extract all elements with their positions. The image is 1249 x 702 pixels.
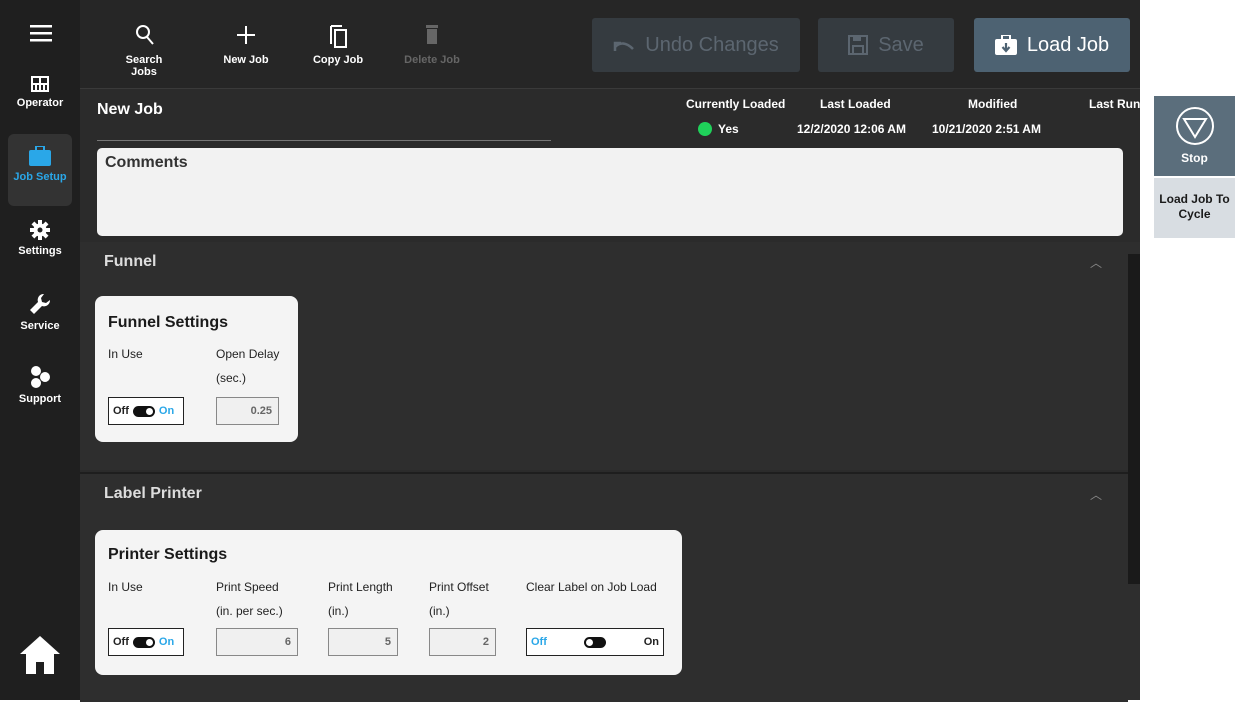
status-dot-icon	[698, 122, 712, 136]
hamburger-icon[interactable]	[30, 24, 52, 47]
toggle-off-label: Off	[113, 636, 129, 648]
grid-icon	[31, 76, 49, 92]
clear-label-toggle[interactable]: Off On	[526, 628, 664, 656]
toggle-knob	[584, 636, 607, 648]
sidebar-item-service[interactable]: Service	[8, 293, 72, 337]
collapse-label-printer-icon[interactable]: ︿	[1090, 486, 1102, 503]
toggle-on-label: On	[158, 405, 175, 417]
scrollbar-thumb[interactable]	[1128, 254, 1140, 584]
sidebar-item-settings[interactable]: Settings	[8, 220, 72, 264]
toggle-on-label: On	[643, 636, 659, 648]
sidebar-item-label: Job Setup	[13, 171, 67, 183]
load-job-to-cycle-button[interactable]: Load Job To Cycle	[1154, 178, 1235, 238]
clear-label-label: Clear Label on Job Load	[526, 580, 657, 594]
search-jobs-label: Search Jobs	[125, 54, 163, 78]
sidebar-item-label: Operator	[16, 97, 64, 109]
plus-icon	[237, 26, 255, 44]
right-panel: Stop Load Job To Cycle	[1140, 0, 1249, 700]
printer-settings-card: Printer Settings In Use Print Speed (in.…	[95, 530, 682, 675]
load-job-button[interactable]: Load Job	[974, 18, 1130, 72]
load-job-label: Load Job	[1026, 33, 1110, 56]
toggle-on-label: On	[158, 636, 175, 648]
printer-settings-title: Printer Settings	[108, 546, 228, 563]
copy-job-button[interactable]: Copy Job	[308, 24, 368, 66]
job-name: New Job	[97, 101, 163, 118]
sidebar-item-job-setup[interactable]: Job Setup	[8, 134, 72, 206]
funnel-settings-title: Funnel Settings	[108, 314, 228, 331]
toggle-off-label: Off	[113, 405, 129, 417]
copy-job-label: Copy Job	[312, 54, 364, 66]
funnel-in-use-label: In Use	[108, 347, 143, 361]
briefcase-icon	[29, 145, 51, 166]
open-delay-input[interactable]: 0.25	[216, 397, 279, 425]
currently-loaded-value: Yes	[718, 122, 739, 136]
sidebar-item-label: Settings	[18, 245, 62, 257]
modified-value: 10/21/2020 2:51 AM	[932, 122, 1041, 136]
save-label: Save	[878, 33, 924, 56]
sidebar-nav: Operator Job Setup Settings Service Supp…	[0, 0, 80, 700]
undo-changes-button[interactable]: Undo Changes	[592, 18, 800, 72]
save-button[interactable]: Save	[818, 18, 954, 72]
sidebar-item-label: Service	[20, 320, 60, 332]
modified-label: Modified	[968, 97, 1018, 111]
print-speed-input[interactable]: 6	[216, 628, 298, 656]
hexagons-icon	[31, 366, 50, 388]
stop-label: Stop	[1181, 151, 1208, 165]
print-length-unit: (in.)	[328, 604, 349, 618]
sidebar-item-operator[interactable]: Operator	[8, 76, 72, 126]
wrench-icon	[30, 293, 51, 314]
new-job-button[interactable]: New Job	[216, 24, 276, 66]
toolbar: Search Jobs New Job Copy Job Delete Job …	[80, 0, 1140, 89]
print-speed-unit: (in. per sec.)	[216, 604, 283, 618]
save-icon	[848, 35, 869, 55]
home-icon[interactable]	[20, 634, 60, 679]
last-loaded-label: Last Loaded	[820, 97, 891, 111]
printer-in-use-label: In Use	[108, 580, 143, 594]
load-job-to-cycle-label: Load Job To Cycle	[1159, 192, 1230, 221]
job-name-underline	[97, 140, 551, 141]
printer-in-use-toggle[interactable]: Off On	[108, 628, 184, 656]
print-offset-label: Print Offset	[429, 580, 489, 594]
stop-icon	[1175, 107, 1214, 145]
print-offset-input[interactable]: 2	[429, 628, 496, 656]
undo-icon	[614, 41, 635, 51]
search-icon	[136, 25, 154, 45]
funnel-section-title: Funnel	[104, 253, 157, 270]
new-job-label: New Job	[223, 54, 269, 66]
stop-button[interactable]: Stop	[1154, 96, 1235, 176]
currently-loaded-label: Currently Loaded	[686, 97, 786, 111]
sidebar-item-support[interactable]: Support	[8, 366, 72, 410]
open-delay-unit: (sec.)	[216, 371, 246, 385]
toggle-off-label: Off	[531, 636, 547, 648]
trash-icon	[426, 25, 438, 44]
collapse-funnel-icon[interactable]: ︿	[1090, 254, 1102, 271]
print-offset-unit: (in.)	[429, 604, 450, 618]
print-length-label: Print Length	[328, 580, 393, 594]
gear-icon	[30, 220, 50, 240]
funnel-in-use-toggle[interactable]: Off On	[108, 397, 184, 425]
comments-label: Comments	[105, 154, 188, 171]
toggle-knob	[132, 405, 155, 417]
comments-box[interactable]: Comments	[97, 148, 1123, 236]
delete-job-label: Delete Job	[404, 54, 460, 66]
last-run-label: Last Run	[1089, 97, 1141, 111]
toggle-knob	[132, 636, 155, 648]
undo-changes-label: Undo Changes	[645, 33, 779, 56]
copy-icon	[330, 25, 347, 48]
label-printer-section-title: Label Printer	[104, 485, 202, 502]
open-delay-label: Open Delay	[216, 347, 280, 361]
search-jobs-button[interactable]: Search Jobs	[112, 24, 176, 78]
last-loaded-value: 12/2/2020 12:06 AM	[797, 122, 906, 136]
print-length-input[interactable]: 5	[328, 628, 398, 656]
load-briefcase-icon	[994, 35, 1017, 55]
print-speed-label: Print Speed	[216, 580, 279, 594]
delete-job-button[interactable]: Delete Job	[400, 24, 464, 66]
sidebar-item-label: Support	[18, 393, 62, 405]
funnel-settings-card: Funnel Settings In Use Open Delay (sec.)…	[95, 296, 298, 442]
